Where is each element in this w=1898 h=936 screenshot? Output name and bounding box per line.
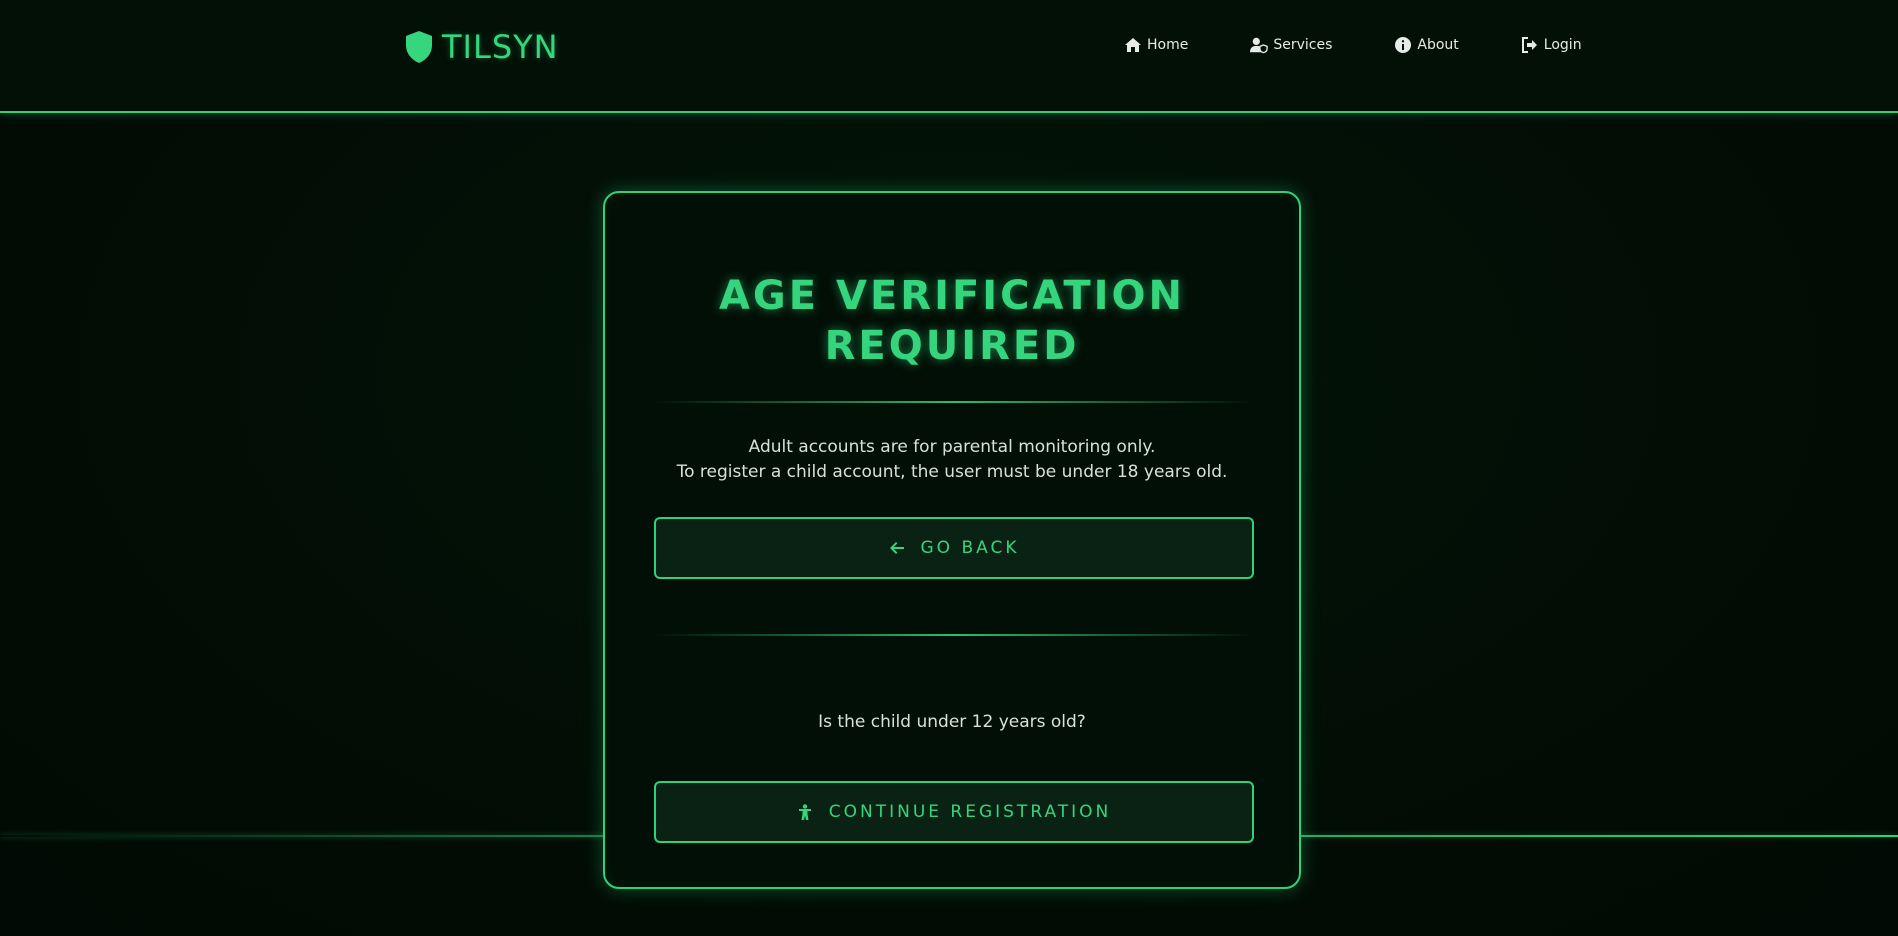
description: Adult accounts are for parental monitori… — [605, 435, 1299, 485]
child-icon — [798, 804, 811, 820]
user-shield-icon — [1250, 37, 1269, 54]
nav-login[interactable]: Login — [1521, 36, 1582, 54]
go-back-label: GO BACK — [920, 538, 1020, 558]
top-navbar: TILSYN Home Services About Login — [0, 0, 1898, 113]
info-icon — [1395, 37, 1412, 53]
home-icon — [1125, 38, 1141, 52]
divider-top — [655, 401, 1253, 403]
go-back-button[interactable]: GO BACK — [654, 517, 1254, 579]
nav-services-label: Services — [1273, 37, 1333, 53]
under-12-question: Is the child under 12 years old? — [818, 712, 1086, 732]
description-line-2: To register a child account, the user mu… — [676, 462, 1228, 482]
nav-login-label: Login — [1543, 37, 1582, 53]
title-line-1: AGE VERIFICATION — [718, 273, 1186, 319]
nav-home[interactable]: Home — [1124, 36, 1188, 54]
divider-bottom — [655, 634, 1253, 636]
title-line-2: REQUIRED — [824, 323, 1080, 369]
description-line-1: Adult accounts are for parental monitori… — [748, 437, 1156, 457]
age-verification-card: AGE VERIFICATION REQUIRED Adult accounts… — [603, 191, 1301, 889]
page-title: AGE VERIFICATION REQUIRED — [605, 271, 1299, 371]
nav-about-label: About — [1417, 37, 1459, 53]
shield-icon — [406, 31, 432, 63]
nav-about[interactable]: About — [1394, 36, 1459, 54]
brand-name: TILSYN — [442, 28, 559, 66]
nav-home-label: Home — [1147, 37, 1189, 53]
arrow-left-icon — [889, 542, 904, 554]
login-icon — [1521, 37, 1537, 53]
continue-registration-label: CONTINUE REGISTRATION — [828, 802, 1112, 822]
nav-services[interactable]: Services — [1250, 36, 1332, 54]
main-nav: Home Services About Login — [1124, 36, 1582, 54]
continue-registration-button[interactable]: CONTINUE REGISTRATION — [654, 781, 1254, 843]
brand-logo[interactable]: TILSYN — [404, 28, 559, 66]
